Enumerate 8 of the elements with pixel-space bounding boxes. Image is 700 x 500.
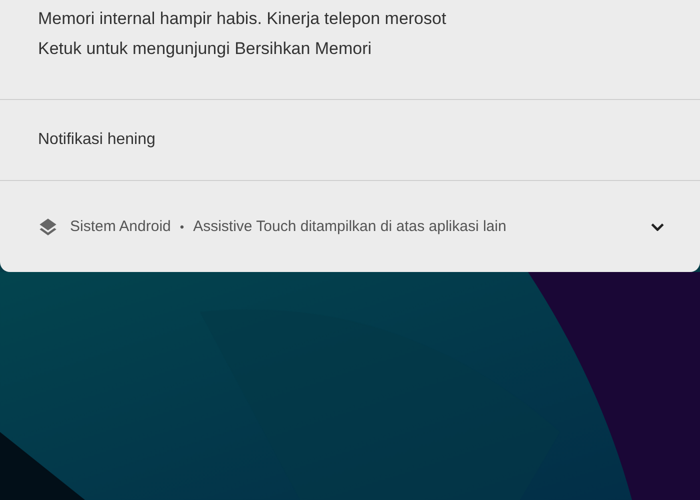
chevron-icon (651, 222, 664, 230)
notification-text: Ketuk untuk mengunjungi Bersihkan Memori (38, 38, 373, 60)
notification-text: Memori internal hampir habis. Kinerja telepon merosot (38, 8, 448, 30)
separator-dot: • (180, 220, 184, 234)
layers-icon (38, 216, 58, 236)
app-name: Sistem Android (70, 218, 171, 235)
section-title: Notifikasi hening (38, 131, 156, 149)
notification-text: Assistive Touch ditampilkan di atas aplikasi lain (193, 218, 506, 235)
